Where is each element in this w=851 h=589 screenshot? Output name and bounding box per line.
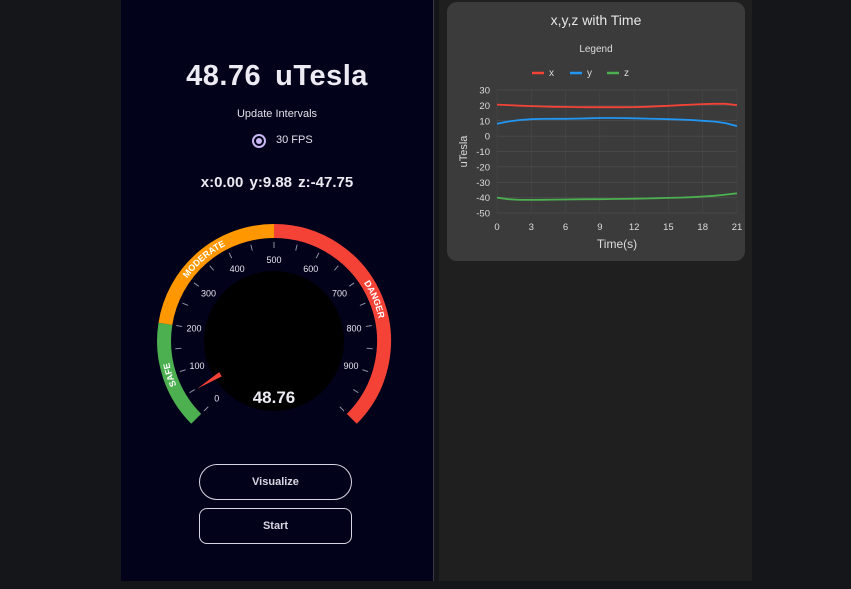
gauge-tick (365, 325, 372, 327)
y-tick-label: -30 (476, 178, 490, 189)
visualize-button[interactable]: Visualize (199, 464, 352, 500)
gauge-tick (315, 252, 320, 259)
legend-item-y: y (587, 68, 592, 79)
gauge-tick-label: 500 (266, 255, 281, 265)
magnetic-field-gauge: SAFEMODERATEDANGER0100200300400500600700… (157, 224, 392, 424)
gauge-tick (334, 265, 339, 271)
gauge-tick (339, 406, 345, 412)
gauge-tick (228, 252, 233, 259)
xyz-line-chart: x y z 30 20 10 0 -10 -20 -30 -40 -50 0 3 6 9 12 15 18 21 Tim… (458, 68, 743, 251)
gauge-tick-label: 200 (186, 323, 201, 333)
y-axis-label: uTesla (458, 135, 470, 168)
gauge-tick (353, 389, 359, 394)
xyz-readout: x:0.00 y:9.88 z:-47.75 (200, 174, 354, 191)
y-tick-label: 20 (479, 101, 490, 112)
gauge-tick-label: 300 (201, 288, 216, 298)
gauge-tick (203, 406, 209, 412)
y-tick-label: -50 (476, 209, 490, 220)
gauge-tick (295, 244, 298, 251)
x-tick-label: 21 (732, 222, 743, 233)
x-tick-label: 0 (494, 222, 499, 233)
gauge-tick (176, 325, 183, 327)
y-tick-label: 0 (485, 132, 490, 143)
magnetometer-panel: 48.76 uTesla Update Intervals 30 FPS x:0.… (121, 0, 433, 581)
reading-display: 48.76 uTesla (121, 60, 433, 93)
fps-option-label[interactable]: 30 FPS (276, 134, 313, 146)
x-tick-label: 9 (597, 222, 602, 233)
reading-value: 48.76 (186, 60, 262, 92)
gauge-tick-label: 800 (346, 323, 361, 333)
x-tick-label: 12 (629, 222, 640, 233)
y-tick-label: -20 (476, 162, 490, 173)
gauge-tick-label: 100 (189, 361, 204, 371)
gauge-tick (193, 282, 200, 287)
gauge-tick (250, 244, 253, 251)
gauge-tick (359, 302, 366, 306)
x-tick-label: 3 (529, 222, 534, 233)
y-tick-label: 30 (479, 86, 490, 97)
x-tick-label: 15 (663, 222, 674, 233)
gauge-tick (348, 282, 355, 287)
series-line-y (496, 117, 738, 127)
panel-divider (433, 0, 434, 581)
x-axis-label: Time(s) (597, 237, 637, 251)
y-tick-label: -40 (476, 193, 490, 204)
start-button[interactable]: Start (199, 508, 352, 544)
gauge-tick-label: 400 (230, 264, 245, 274)
legend-item-x: x (549, 68, 554, 79)
gauge-tick-label: 600 (303, 264, 318, 274)
gauge-tick (182, 302, 189, 306)
update-intervals-label: Update Intervals (236, 108, 318, 120)
reading-unit: uTesla (275, 60, 368, 92)
x-tick-label: 18 (697, 222, 708, 233)
chart-card: x,y,z with Time Legend x y z 30 20 10 0 -10 -20-… (447, 2, 745, 261)
y-tick-label: -10 (476, 147, 490, 158)
series-line-z (496, 192, 738, 201)
gauge-tick-label: 0 (214, 393, 219, 403)
gauge-tick (179, 369, 186, 373)
gauge-band-label-moderate: MODERATE (181, 238, 227, 279)
x-tick-label: 6 (563, 222, 568, 233)
gauge-tick (209, 265, 214, 271)
gauge-tick (189, 389, 195, 394)
radio-selected-dot (256, 138, 262, 144)
gauge-tick-label: 900 (343, 361, 358, 371)
fps-radio-button[interactable] (252, 134, 266, 148)
y-tick-label: 10 (479, 116, 490, 127)
gauge-tick-label: 700 (332, 288, 347, 298)
gauge-value-label: 48.76 (253, 388, 296, 407)
legend-item-z: z (624, 68, 629, 79)
gauge-tick (362, 369, 369, 373)
